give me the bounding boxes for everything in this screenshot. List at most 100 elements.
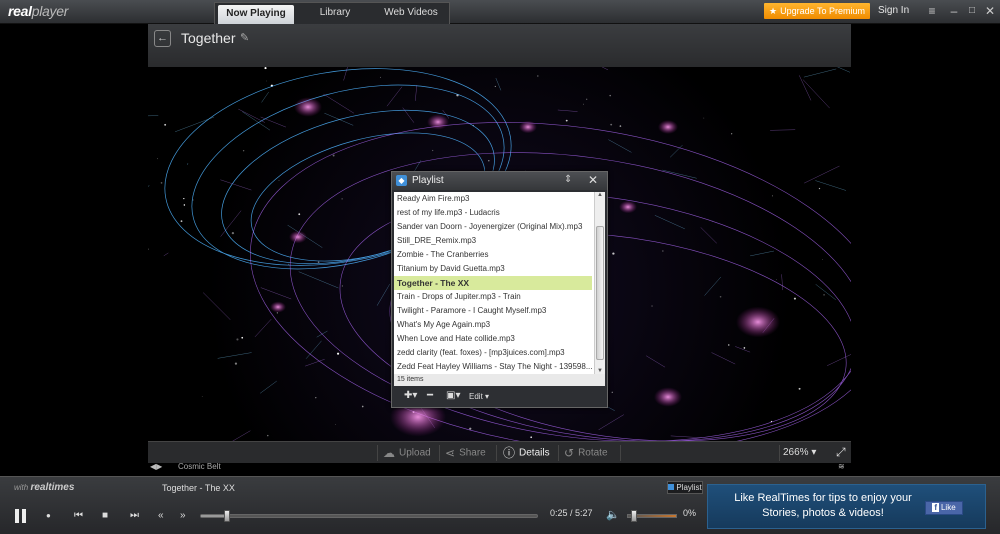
playlist-title: Playlist: [412, 175, 444, 186]
upgrade-label: Upgrade To Premium: [780, 6, 865, 16]
realtimes-label: realtimes: [30, 482, 75, 493]
volume-icon[interactable]: 🔈: [606, 508, 620, 521]
playlist-item[interactable]: zedd clarity (feat. foxes) - [mp3juices.…: [394, 346, 592, 360]
video-toolbar: ☁ Upload ⋖ Share ⓘ Details ↺ Rotate 266% ▾ ⤢: [148, 441, 851, 463]
playlist-toggle-button[interactable]: Playlist: [667, 481, 703, 494]
playlist-item[interactable]: Still_DRE_Remix.mp3: [394, 234, 592, 248]
playlist-item[interactable]: rest of my life.mp3 - Ludacris: [394, 206, 592, 220]
transport-bar: with realtimes Together - The XX Playlis…: [0, 476, 1000, 534]
fullscreen-icon[interactable]: ⤢: [836, 445, 846, 460]
wave-icon[interactable]: ≋: [838, 462, 845, 471]
playlist-toggle-label: Playlist: [676, 483, 702, 492]
video-area: ← Together ✎ ◆ Playlist ⇕ ✕ Ready Aim Fi…: [0, 24, 1000, 472]
zoom-dropdown[interactable]: 266% ▾: [783, 442, 816, 464]
close-icon[interactable]: ✕: [982, 3, 998, 19]
cloud-upload-icon: ☁: [383, 446, 395, 460]
playlist-item[interactable]: Together - The XX: [394, 276, 592, 290]
stop-icon[interactable]: ■: [102, 509, 108, 523]
collapse-icon[interactable]: ⇕: [564, 174, 572, 185]
main-tabs: Now Playing Library Web Videos: [214, 2, 450, 24]
edit-menu[interactable]: Edit ▾: [469, 392, 489, 401]
add-icon[interactable]: ✚▾: [404, 390, 417, 401]
maximize-icon[interactable]: □: [964, 3, 980, 19]
fast-forward-icon[interactable]: »: [180, 509, 186, 523]
playlist-logo-icon: ◆: [396, 175, 407, 186]
video-header: ← Together ✎: [148, 24, 851, 67]
pause-button[interactable]: [12, 507, 30, 525]
visualization-switch-icon[interactable]: ◀▶: [150, 462, 162, 471]
playlist-item[interactable]: Zombie - The Cranberries: [394, 248, 592, 262]
playlist-item[interactable]: Titanium by David Guetta.mp3: [394, 262, 592, 276]
share-icon: ⋖: [445, 446, 456, 460]
rotate-label: Rotate: [578, 447, 608, 459]
rotate-icon: ↺: [564, 446, 575, 460]
details-label: Details: [519, 447, 550, 459]
seek-handle[interactable]: [223, 510, 230, 522]
playlist-close-icon[interactable]: ✕: [588, 173, 598, 187]
zoom-label: 266%: [783, 447, 809, 458]
share-label: Share: [459, 447, 486, 459]
scroll-up-icon[interactable]: ▲: [595, 192, 605, 198]
upload-label: Upload: [399, 447, 431, 459]
facebook-icon: f: [932, 503, 939, 512]
upgrade-premium-button[interactable]: ★ Upgrade To Premium: [764, 3, 870, 19]
playlist-scrollbar[interactable]: ▲ ▼: [594, 192, 605, 374]
now-playing-title: Together - The XX: [162, 483, 235, 493]
volume-percent: 0%: [683, 508, 697, 518]
pause-bar: [15, 509, 19, 523]
volume-slider[interactable]: [627, 510, 677, 522]
previous-track-icon[interactable]: ⏮: [74, 509, 83, 523]
time-display: 0:25 / 5:27: [550, 508, 593, 518]
facebook-like-button[interactable]: f Like: [925, 501, 963, 515]
back-button[interactable]: ←: [154, 30, 171, 47]
playlist-item[interactable]: Train - Drops of Jupiter.mp3 - Train: [394, 290, 592, 304]
tab-library[interactable]: Library: [297, 3, 373, 24]
video-title: Together: [181, 30, 236, 46]
info-icon: ⓘ: [503, 446, 516, 460]
playlist-count: 15 items: [394, 374, 605, 386]
playlist-toolbar: ✚▾ ━ ▣▾ Edit ▾: [394, 388, 605, 405]
playlist-list: Ready Aim Fire.mp3 rest of my life.mp3 - …: [394, 192, 605, 374]
playlist-item[interactable]: Ready Aim Fire.mp3: [394, 192, 592, 206]
divider: [439, 445, 440, 461]
realplayer-logo[interactable]: realplayer: [8, 3, 68, 19]
logo-text-player: player: [31, 3, 69, 19]
divider: [620, 445, 621, 461]
playlist-item[interactable]: Twilight - Paramore - I Caught Myself.mp…: [394, 304, 592, 318]
upload-button[interactable]: ☁ Upload: [383, 442, 431, 464]
menu-icon[interactable]: ≡: [924, 3, 940, 19]
arrow-left-icon: ←: [157, 32, 168, 44]
sign-in-link[interactable]: Sign In: [878, 5, 909, 16]
divider: [377, 445, 378, 461]
logo-text-real: real: [8, 3, 32, 19]
with-label: with: [14, 483, 29, 492]
save-icon[interactable]: ▣▾: [446, 390, 460, 401]
remove-icon[interactable]: ━: [427, 390, 433, 401]
playlist-panel: ◆ Playlist ⇕ ✕ Ready Aim Fire.mp3 rest of…: [391, 171, 608, 408]
rewind-icon[interactable]: «: [158, 509, 164, 523]
playlist-item[interactable]: Sander van Doorn - Joyenergizer (Origina…: [394, 220, 592, 234]
edit-label: Edit: [469, 392, 483, 401]
details-button[interactable]: ⓘ Details: [503, 442, 550, 464]
realtimes-badge[interactable]: with realtimes: [14, 482, 74, 493]
volume-handle[interactable]: [631, 510, 637, 522]
next-track-icon[interactable]: ⏭: [130, 509, 139, 523]
pencil-icon[interactable]: ✎: [240, 31, 249, 44]
tab-web-videos[interactable]: Web Videos: [373, 3, 449, 24]
divider: [558, 445, 559, 461]
playlist-header[interactable]: ◆ Playlist ⇕ ✕: [392, 172, 607, 190]
minimize-icon[interactable]: –: [946, 3, 962, 19]
divider: [496, 445, 497, 461]
like-label: Like: [940, 503, 956, 512]
playlist-item[interactable]: Zedd Feat Hayley Williams - Stay The Nig…: [394, 360, 592, 374]
scrollbar-thumb[interactable]: [596, 226, 604, 360]
record-icon[interactable]: ●: [46, 509, 51, 523]
rotate-button[interactable]: ↺ Rotate: [564, 442, 608, 464]
tab-now-playing[interactable]: Now Playing: [218, 5, 294, 24]
promo-text: Like RealTimes for tips to enjoy your St…: [734, 492, 912, 519]
playlist-item[interactable]: What's My Age Again.mp3: [394, 318, 592, 332]
seek-bar[interactable]: [200, 510, 538, 522]
playlist-item[interactable]: When Love and Hate collide.mp3: [394, 332, 592, 346]
realtimes-promo[interactable]: Like RealTimes for tips to enjoy your St…: [707, 484, 986, 529]
share-button[interactable]: ⋖ Share: [445, 442, 486, 464]
